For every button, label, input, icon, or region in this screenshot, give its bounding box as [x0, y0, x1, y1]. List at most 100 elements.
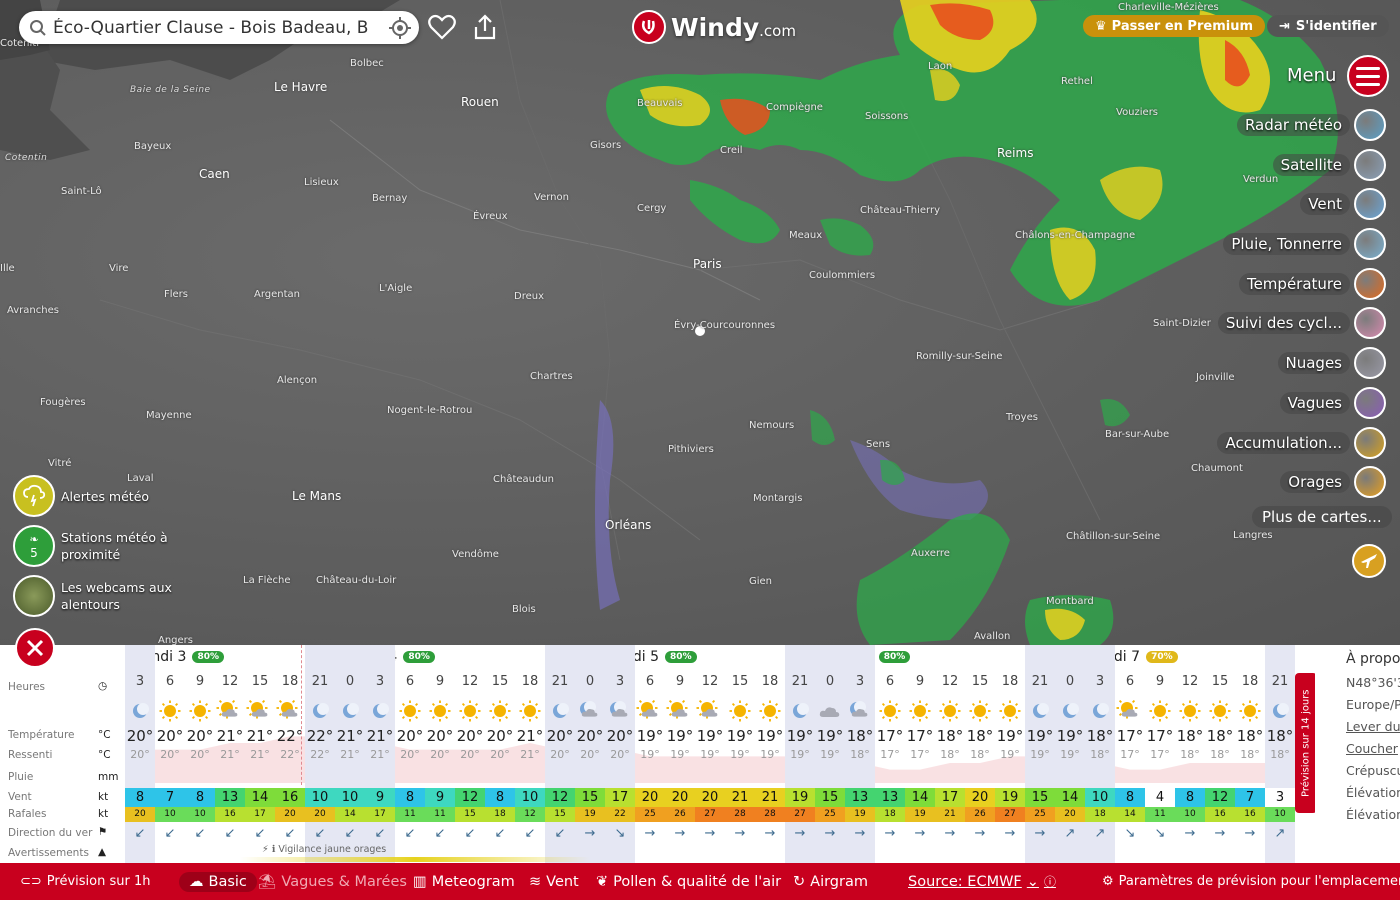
- forecast-settings-button[interactable]: ⚙ Paramètres de prévision pour l'emplace…: [1102, 874, 1400, 889]
- map-label: Sens: [866, 439, 891, 450]
- forecast-column[interactable]: 0 19° 19° 14 20 ↗: [1055, 645, 1085, 863]
- location-search[interactable]: [19, 11, 419, 44]
- more-maps-button[interactable]: Plus de cartes...: [1252, 506, 1392, 528]
- windy-logo[interactable]: Windy.com: [632, 10, 796, 44]
- gps-locate-icon[interactable]: [389, 16, 411, 39]
- forecast-column[interactable]: 18 19° 19° 21 28 →: [755, 645, 785, 863]
- forecast-column[interactable]: 12 18° 18° 17 21 →: [935, 645, 965, 863]
- forecast-column[interactable]: 15 20° 20° 8 18 ↙: [485, 645, 515, 863]
- forecast-column[interactable]: 18 18° 18° 7 16 →: [1235, 645, 1265, 863]
- wind-direction-icon: →: [1214, 826, 1226, 841]
- layer-accumulation[interactable]: Accumulation...: [1217, 426, 1386, 460]
- forecast-column[interactable]: 9 17° 17° 4 11 ↘: [1145, 645, 1175, 863]
- tab-meteogram[interactable]: ▥ Meteogram: [413, 874, 515, 890]
- temperature-cell: 20°: [456, 727, 484, 745]
- unit-temperature[interactable]: °C: [98, 729, 111, 741]
- forecast-column[interactable]: 3 18° 18° 10 18 ↗: [1085, 645, 1115, 863]
- source-dropdown[interactable]: Source: ECMWF ⌄ ⓘ: [908, 873, 1056, 890]
- forecast-column[interactable]: 6 17° 17° 8 14 ↘: [1115, 645, 1145, 863]
- wind-direction-icon: →: [764, 826, 776, 841]
- forecast-column[interactable]: 3 20° 20° 17 22 ↘: [605, 645, 635, 863]
- gust-cell: 15: [545, 807, 575, 822]
- tab-airgram[interactable]: ↻ Airgram: [793, 874, 868, 890]
- tab-wind[interactable]: ≋ Vent: [529, 874, 579, 890]
- favorite-heart-icon[interactable]: [427, 12, 457, 42]
- login-button[interactable]: ⇥ S'identifier: [1267, 15, 1389, 37]
- info-icon: ⓘ: [1043, 875, 1056, 889]
- forecast-1h-button[interactable]: ⊂⊃ Prévision sur 1h: [20, 874, 150, 889]
- forecast-column[interactable]: 0 21° 21° 10 14 ↙: [335, 645, 365, 863]
- forecast-column[interactable]: 12 20° 20° 12 15 ↙: [455, 645, 485, 863]
- premium-button[interactable]: ♛ Passer en Premium: [1083, 15, 1265, 37]
- airplane-icon[interactable]: [1352, 544, 1386, 578]
- close-forecast-icon[interactable]: [15, 628, 55, 668]
- forecast-column[interactable]: 9 20° 20° 9 11 ↙: [425, 645, 455, 863]
- warning-text[interactable]: ⚡ ℹ Vigilance jaune orages: [262, 844, 386, 855]
- location-info-item[interactable]: Lever du: [1346, 719, 1400, 734]
- menu-label[interactable]: Menu: [1287, 65, 1336, 86]
- forecast-column[interactable]: 12 18° 18° 8 10 →: [1175, 645, 1205, 863]
- hour-cell: 21: [1031, 674, 1049, 689]
- forecast-column[interactable]: 3 21° 21° 9 17 ↙: [365, 645, 395, 863]
- weather-alerts-widget[interactable]: Alertes météo: [13, 475, 181, 517]
- layer-rain[interactable]: Pluie, Tonnerre: [1223, 227, 1386, 261]
- unit-gusts[interactable]: kt: [98, 808, 108, 820]
- forecast-column[interactable]: 21 18° 18° 3 10 ↗: [1265, 645, 1295, 863]
- forecast-column[interactable]: 3 20° 20° 8 20 ↙: [125, 645, 155, 863]
- map-label: Caen: [199, 167, 230, 181]
- share-icon[interactable]: [470, 12, 500, 42]
- forecast-column[interactable]: 0 20° 20° 15 19 →: [575, 645, 605, 863]
- layer-radar[interactable]: Radar météo: [1236, 108, 1386, 142]
- forecast-column[interactable]: 12 19° 19° 20 27 →: [695, 645, 725, 863]
- map-label: Château-du-Loir: [316, 575, 397, 586]
- nearby-webcams-widget[interactable]: Les webcams aux alentours: [13, 575, 181, 617]
- location-info-item[interactable]: Coucher: [1346, 741, 1398, 756]
- forecast-column[interactable]: 18 21° 21° 10 12 ↙: [515, 645, 545, 863]
- forecast-column[interactable]: 6 20° 20° 8 11 ↙: [395, 645, 425, 863]
- layer-label: Accumulation...: [1217, 431, 1350, 454]
- forecast-column[interactable]: 15 18° 18° 20 26 →: [965, 645, 995, 863]
- wind-cell: 20: [965, 788, 995, 807]
- forecast-column[interactable]: 15 21° 21° 14 17 ↙: [245, 645, 275, 863]
- layer-clouds[interactable]: Nuages: [1277, 346, 1386, 380]
- map-label: Langres: [1233, 530, 1273, 541]
- forecast-column[interactable]: 9 17° 17° 14 19 →: [905, 645, 935, 863]
- tab-pollen[interactable]: ❦ Pollen & qualité de l'air: [596, 874, 781, 890]
- forecast-column[interactable]: 15 19° 19° 21 28 →: [725, 645, 755, 863]
- forecast-column[interactable]: 21 19° 19° 19 27 →: [785, 645, 815, 863]
- layer-temperature[interactable]: Température: [1238, 267, 1386, 301]
- forecast-column[interactable]: 15 18° 18° 12 16 →: [1205, 645, 1235, 863]
- unit-rain[interactable]: mm: [98, 771, 118, 783]
- layer-satellite[interactable]: Satellite: [1272, 148, 1386, 182]
- search-input[interactable]: [53, 17, 389, 38]
- tab-waves-tides[interactable]: ⛱ Vagues & Marées: [258, 873, 407, 891]
- forecast-column[interactable]: 21 22° 22° 10 20 ↙: [305, 645, 335, 863]
- forecast-column[interactable]: 3 18° 18° 13 19 →: [845, 645, 875, 863]
- forecast-column[interactable]: 6 20° 20° 7 10 ↙: [155, 645, 185, 863]
- forecast-14-days-tab[interactable]: Prévision sur 14 jours: [1295, 673, 1317, 813]
- nearby-stations-widget[interactable]: ❧ 5 Stations météo à proximité: [13, 525, 181, 567]
- forecast-column[interactable]: 9 19° 19° 20 26 →: [665, 645, 695, 863]
- feel-cell: 21°: [340, 748, 360, 761]
- forecast-column[interactable]: 6 19° 19° 20 25 →: [635, 645, 665, 863]
- layer-thunder[interactable]: Orages: [1280, 465, 1386, 499]
- weather-map[interactable]: Bolbec Baie de la Seine Le Havre Rouen B…: [0, 0, 1400, 645]
- forecast-column[interactable]: 12 21° 21° 13 16 ↙: [215, 645, 245, 863]
- layer-wind[interactable]: Vent: [1300, 187, 1386, 221]
- forecast-column[interactable]: 21 20° 20° 12 15 ↙: [545, 645, 575, 863]
- forecast-column[interactable]: 0 19° 19° 15 25 →: [815, 645, 845, 863]
- forecast-column[interactable]: 6 17° 17° 13 18 →: [875, 645, 905, 863]
- wind-direction-icon: ↙: [224, 826, 236, 841]
- forecast-column[interactable]: 21 19° 19° 15 25 →: [1025, 645, 1055, 863]
- layer-waves[interactable]: Vagues: [1279, 386, 1386, 420]
- hour-cell: 12: [1181, 674, 1199, 689]
- tab-basic[interactable]: ☁ Basic: [179, 871, 257, 892]
- unit-wind[interactable]: kt: [98, 791, 108, 803]
- layer-hurricane[interactable]: Suivi des cycl...: [1217, 306, 1386, 340]
- forecast-column[interactable]: 18 19° 19° 19 27 →: [995, 645, 1025, 863]
- map-label: Montargis: [753, 493, 803, 504]
- hamburger-menu-icon[interactable]: [1347, 55, 1389, 97]
- forecast-column[interactable]: 9 20° 20° 8 10 ↙: [185, 645, 215, 863]
- unit-feel[interactable]: °C: [98, 749, 111, 761]
- premium-label: Passer en Premium: [1111, 18, 1253, 34]
